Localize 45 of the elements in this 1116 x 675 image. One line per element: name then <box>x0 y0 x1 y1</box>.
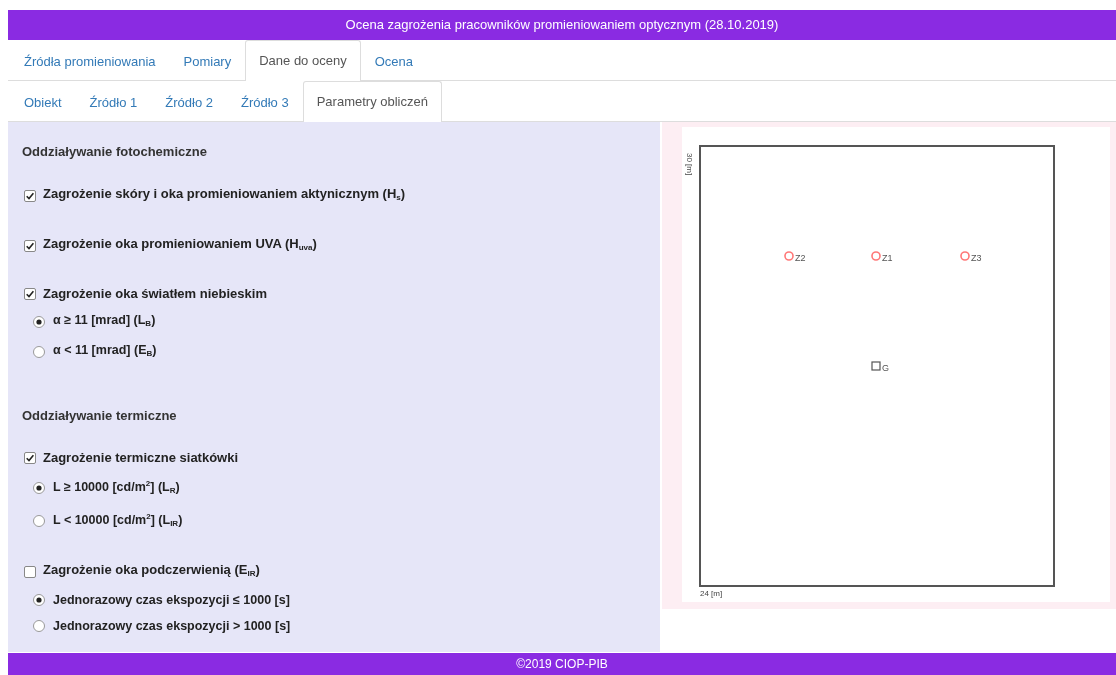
checkbox[interactable] <box>24 566 36 579</box>
checkbox[interactable] <box>24 452 36 464</box>
tab[interactable]: Źródła promieniowania <box>10 41 170 81</box>
checkbox-label: Zagrożenie oka światłem niebieskim <box>43 286 267 302</box>
radio-label: Jednorazowy czas ekspozycji ≤ 1000 [s] <box>53 592 290 609</box>
tab[interactable]: Pomiary <box>169 41 246 81</box>
checkbox[interactable] <box>24 288 36 300</box>
tab[interactable]: Ocena <box>360 41 427 81</box>
radio-button[interactable] <box>33 514 45 527</box>
checkbox-label: Zagrożenie skóry i oka promieniowaniem aktynicznym (H$_{s}$) <box>43 186 406 204</box>
tab[interactable]: Parametry obliczeń <box>302 81 442 122</box>
source-marker <box>960 251 970 261</box>
reference-marker <box>871 361 881 371</box>
radio-label: L ≥ 10000 [cd/m$^{2}$] (L$_{R}$) <box>53 478 180 498</box>
source-marker <box>871 251 881 261</box>
axis-label: 30 [m] <box>685 153 694 176</box>
radio-label: Jednorazowy czas ekspozycji > 1000 [s] <box>53 618 291 635</box>
checkbox[interactable] <box>24 190 36 202</box>
marker-label: Z2 <box>795 253 806 263</box>
marker-label: G <box>882 363 889 373</box>
checkbox[interactable] <box>24 240 36 252</box>
section-heading: Oddziaływanie termiczne <box>22 408 178 424</box>
radio-button[interactable] <box>33 316 45 328</box>
radio-label: α ≥ 11 [mrad] (L$_{B}$) <box>53 312 156 330</box>
marker-label: Z1 <box>882 253 893 263</box>
axis-label: 24 [m] <box>700 589 723 598</box>
checkbox-label: Zagrożenie termiczne siatkówki <box>43 450 239 466</box>
tab[interactable]: Źródło 2 <box>151 82 227 122</box>
checkbox-label: Zagrożenie oka promieniowaniem UVA (H$_{uva}$) <box>43 236 317 254</box>
window-title: Ocena zagrożenia pracowników promieniowaniem optycznym (28.10.2019) <box>8 10 1116 40</box>
tab[interactable]: Źródło 1 <box>75 82 152 122</box>
section-heading: Oddziaływanie fotochemiczne <box>22 144 208 160</box>
radio-button[interactable] <box>33 346 45 358</box>
marker-label: Z3 <box>971 253 982 263</box>
source-marker <box>784 251 794 261</box>
footer-text: ©2019 CIOP-PIB <box>8 653 1116 675</box>
tab[interactable]: Źródło 3 <box>227 82 303 122</box>
radio-label: L < 10000 [cd/m$^{2}$] (L$_{IR}$) <box>53 511 183 531</box>
radio-button[interactable] <box>33 481 45 494</box>
tab[interactable]: Dane do oceny <box>245 40 361 81</box>
radio-button[interactable] <box>33 620 45 633</box>
checkbox-label: Zagrożenie oka podczerwienią (E$_{IR}$) <box>43 562 260 581</box>
radio-label: α < 11 [mrad] (E$_{B}$) <box>53 342 157 360</box>
radio-button[interactable] <box>33 594 45 607</box>
tab[interactable]: Obiekt <box>10 82 76 122</box>
